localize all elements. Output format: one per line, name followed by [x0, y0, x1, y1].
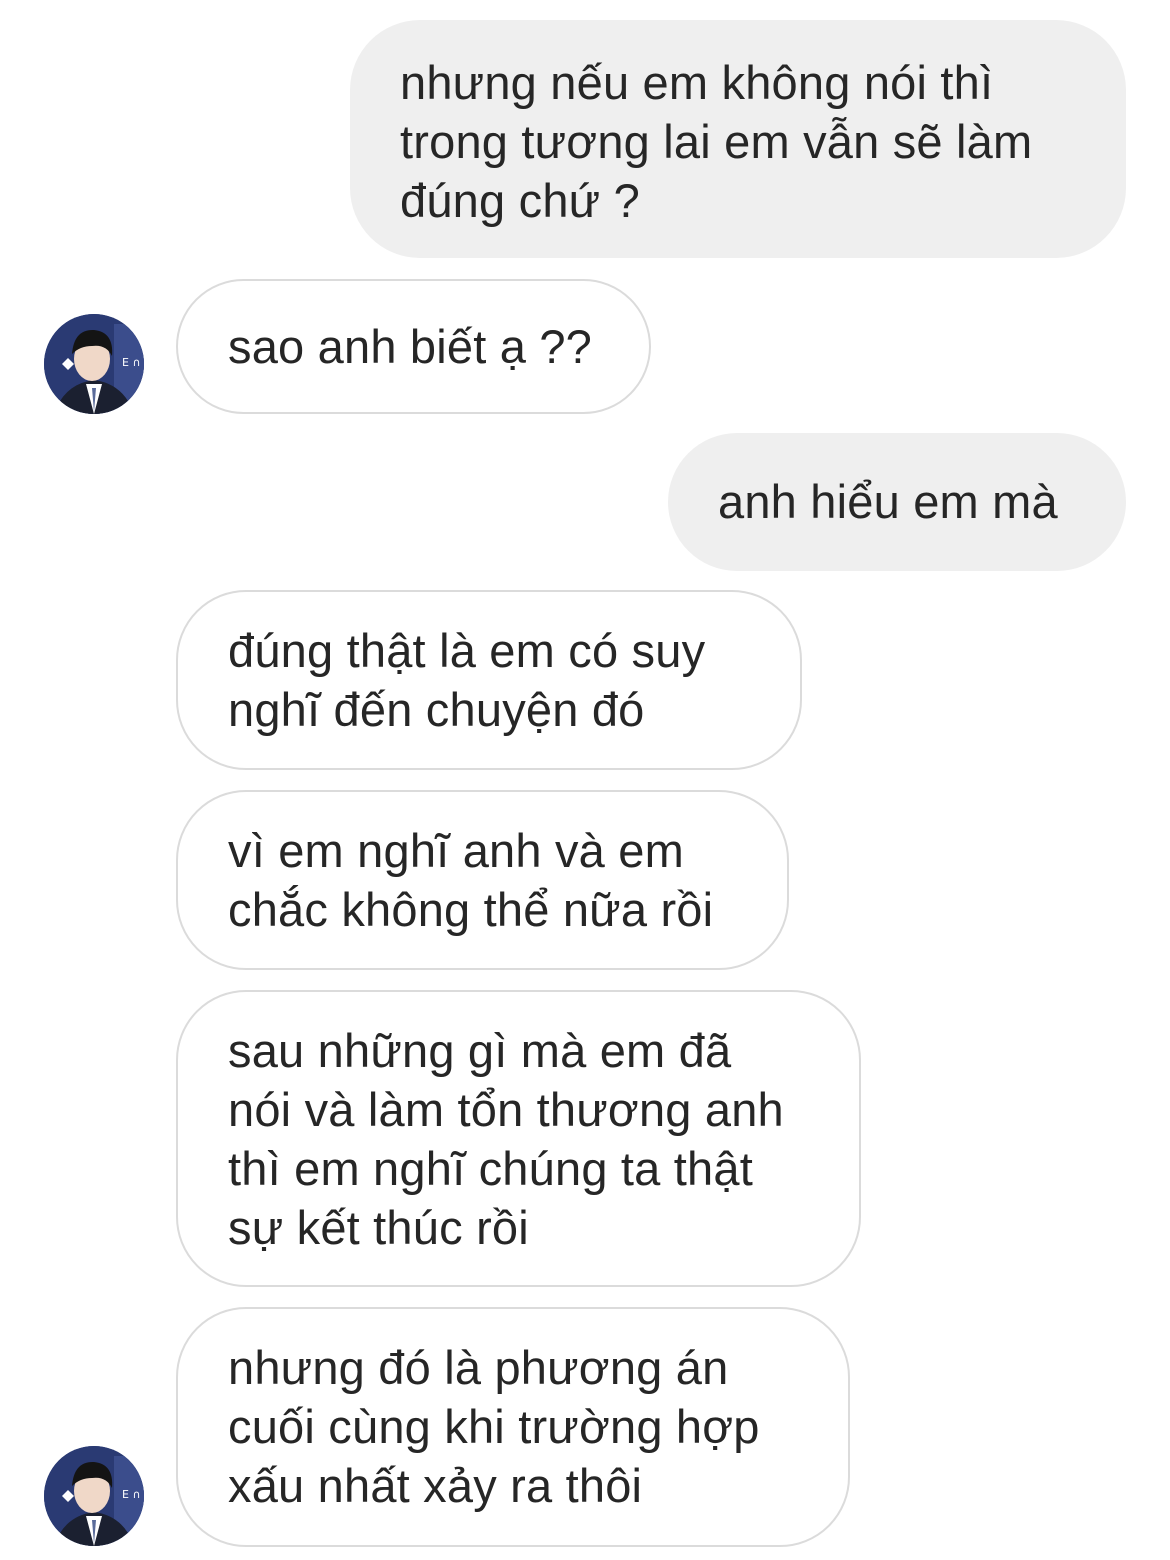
message-bubble-sent[interactable]: anh hiểu em mà [668, 433, 1126, 571]
contact-avatar[interactable]: E ∩ [44, 1446, 144, 1546]
profile-photo-avatar-icon: E ∩ [44, 314, 144, 414]
message-bubble-received[interactable]: nhưng đó là phương án cuối cùng khi trườ… [176, 1307, 850, 1547]
avatar-badge-text: E ∩ [122, 1488, 141, 1501]
avatar-badge-text: E ∩ [122, 356, 141, 369]
message-bubble-received[interactable]: vì em nghĩ anh và em chắc không thể nữa … [176, 790, 789, 970]
message-bubble-received[interactable]: sao anh biết ạ ?? [176, 279, 651, 414]
message-bubble-received[interactable]: đúng thật là em có suy nghĩ đến chuyện đ… [176, 590, 802, 770]
contact-avatar[interactable]: E ∩ [44, 314, 144, 414]
profile-photo-avatar-icon: E ∩ [44, 1446, 144, 1546]
message-bubble-sent[interactable]: nhưng nếu em không nói thì trong tương l… [350, 20, 1126, 258]
message-bubble-received[interactable]: sau những gì mà em đã nói và làm tổn thư… [176, 990, 861, 1287]
